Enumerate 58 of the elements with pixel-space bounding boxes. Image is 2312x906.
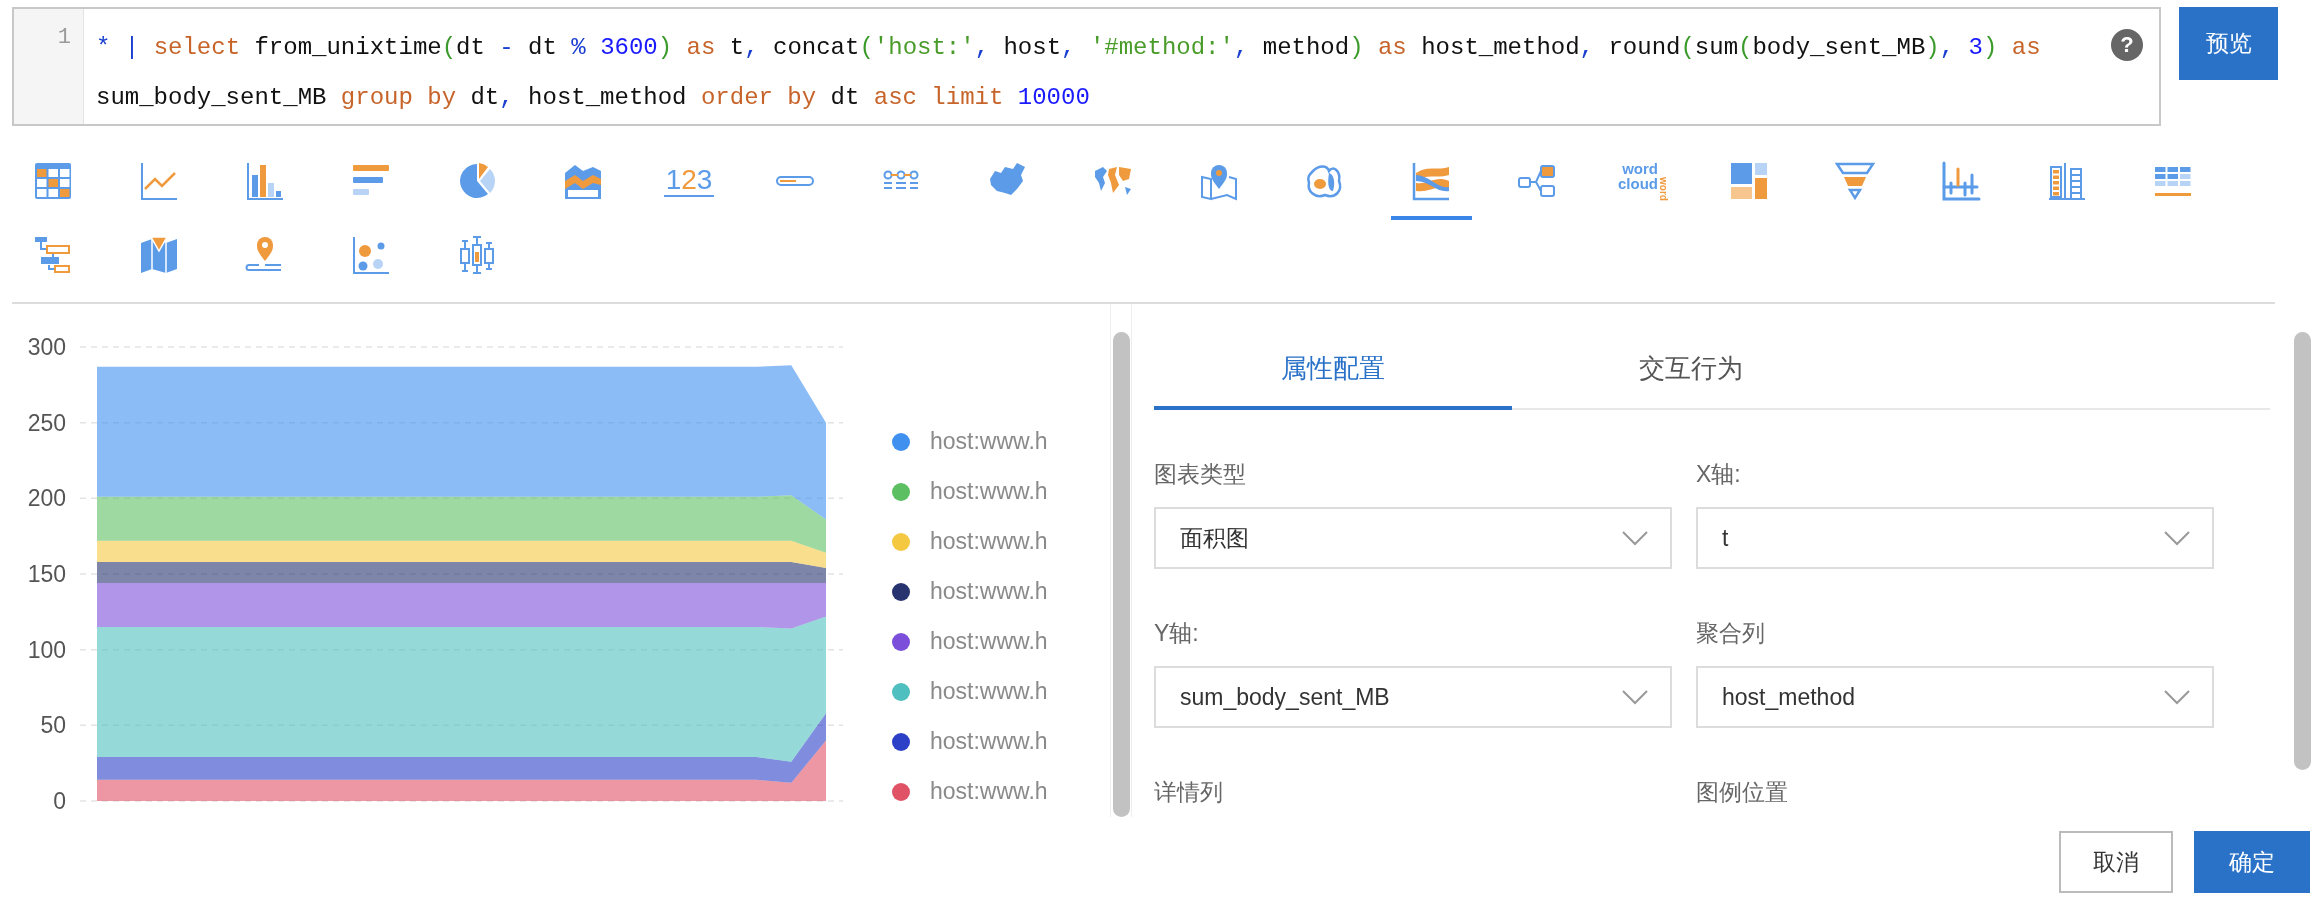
code-line: * | select from_unixtime(dt - dt % 3600) as t, concat('host:', host, '#method:', method) as host_method, round(sum(body_sent_MB), 3) as [96,33,2041,63]
column-chart-icon [1941,161,1981,201]
chevron-down-icon [2164,530,2190,546]
axis-tick-label: 250 [27,409,66,436]
table-chart-icon [33,161,73,201]
dropdown[interactable]: 面积图 [1154,507,1672,569]
dropdown[interactable]: t [1696,507,2214,569]
code-line: sum_body_sent_MB group by dt, host_method order by dt asc limit 10000 [96,83,1090,113]
field-label: 图表类型 [1154,460,1246,489]
axis-tick-label: 150 [27,561,66,587]
field-label: Y轴: [1154,619,1199,648]
chevron-down-icon [1622,530,1648,546]
chart-type-tab[interactable]: word cloud word [1602,146,1684,220]
funnel-icon [1835,161,1875,201]
scatter-chart-icon [351,235,391,275]
line-chart-icon [139,161,179,201]
folded-map-icon [139,235,179,275]
field-label: 详情列 [1154,778,1223,807]
bar-chart-icon [245,161,285,201]
legend-label[interactable]: host:www.h [930,778,1048,805]
chart-type-tab[interactable]: 123 [648,146,730,220]
field-label: 图例位置 [1696,778,1788,807]
field-label: X轴: [1696,460,1741,489]
axis-tick-label: 50 [40,712,66,739]
chevron-down-icon [1622,689,1648,705]
dropdown[interactable]: host_method [1696,666,2214,728]
axis-tick-label: 0 [53,788,66,814]
field-label: 聚合列 [1696,619,1765,648]
pie-chart-icon [457,161,497,201]
axis-tick-label: 200 [27,485,66,512]
treemap-icon [1729,161,1769,201]
cancel-button[interactable]: 取消 [2059,831,2173,893]
legend-label[interactable]: host:www.h [930,628,1048,655]
tab[interactable]: 交互行为 [1512,330,1870,410]
confirm-button[interactable]: 确定 [2194,831,2310,893]
preview-button[interactable]: 预览 [2179,7,2278,80]
help-button[interactable]: ? [2111,29,2143,61]
dropdown[interactable]: sum_body_sent_MB [1154,666,1672,728]
line-number: 1 [57,25,71,50]
word-cloud-icon: word cloud word [1618,161,1668,201]
legend-label[interactable]: host:www.h [930,728,1048,755]
stacked-column-icon [2047,161,2087,201]
query-editor[interactable] [12,7,2161,126]
box-plot-icon [457,235,497,275]
scrollbar[interactable] [2293,332,2311,770]
legend-label[interactable]: host:www.h [930,578,1048,605]
legend-label[interactable]: host:www.h [930,678,1048,705]
axis-tick-label: 300 [27,334,66,360]
chevron-down-icon [2164,689,2190,705]
legend-label[interactable]: host:www.h [930,428,1048,455]
scrollbar[interactable] [1112,332,1130,817]
gantt-chart-icon [33,235,73,275]
progress-bar-icon [775,175,815,187]
stream-chart-icon [1411,161,1451,201]
axis-tick-label: 100 [27,636,66,663]
tab[interactable]: 属性配置 [1154,330,1512,410]
legend-label[interactable]: host:www.h [930,478,1048,505]
legend-label[interactable]: host:www.h [930,528,1048,555]
